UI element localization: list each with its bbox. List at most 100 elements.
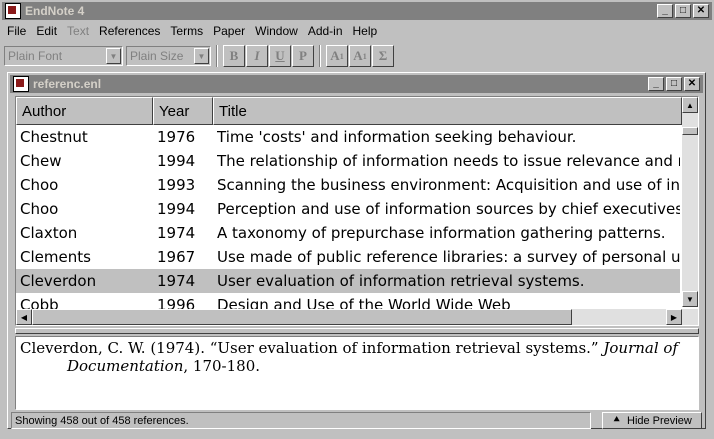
symbol-button[interactable]: Σ <box>372 45 394 67</box>
menu-edit[interactable]: Edit <box>31 24 62 38</box>
table-row[interactable]: Chestnut 1976 Time 'costs' and information… <box>16 125 680 149</box>
menu-paper[interactable]: Paper <box>208 24 250 38</box>
doc-close-button[interactable]: ✕ <box>684 77 700 91</box>
table-row[interactable]: Choo 1993 Scanning the business environmen… <box>16 173 680 197</box>
menu-add-in[interactable]: Add-in <box>303 24 348 38</box>
app-title-bar[interactable]: EndNote 4 _ □ ✕ <box>2 2 712 20</box>
arrow-down-icon: ▼ <box>686 294 694 304</box>
size-select-value: Plain Size <box>130 49 184 63</box>
toolbar-divider <box>319 45 321 67</box>
scroll-left-button[interactable]: ◀ <box>16 309 32 325</box>
cell-title: Time 'costs' and information seeking beh… <box>217 128 577 146</box>
toolbar-divider <box>216 45 218 67</box>
preview-journal-name-cont: Documentation <box>67 357 184 375</box>
library-title: referenc.enl <box>33 77 102 91</box>
column-header-title-label: Title <box>219 102 247 120</box>
vertical-scrollbar[interactable]: ▲ ▼ <box>682 97 698 307</box>
italic-button[interactable]: I <box>246 45 268 67</box>
font-select-value: Plain Font <box>8 49 63 63</box>
reference-list: Author Year Title Chestnut 1976 Time 'cost… <box>15 96 699 326</box>
cell-author: Cleverdon <box>20 272 97 290</box>
status-bar: Showing 458 out of 458 references. ⯅ Hid… <box>11 412 702 429</box>
menu-file[interactable]: File <box>2 24 31 38</box>
cell-author: Choo <box>20 200 59 218</box>
menu-help[interactable]: Help <box>348 24 383 38</box>
chevron-down-icon[interactable]: ▼ <box>194 48 209 64</box>
bold-button[interactable]: B <box>223 45 245 67</box>
menu-bar: File Edit Text References Terms Paper Wi… <box>2 21 712 41</box>
reference-preview: Cleverdon, C. W. (1974). “User evaluatio… <box>15 336 699 410</box>
size-select[interactable]: Plain Size ▼ <box>126 46 211 66</box>
hide-preview-label: Hide Preview <box>627 414 692 427</box>
menu-text[interactable]: Text <box>62 24 94 38</box>
preview-splitter[interactable] <box>15 328 699 334</box>
minimize-button[interactable]: _ <box>657 4 673 18</box>
scroll-thumb[interactable] <box>682 127 698 135</box>
arrow-right-icon: ▶ <box>670 312 678 322</box>
menu-terms[interactable]: Terms <box>165 24 208 38</box>
subscript-button[interactable]: A1 <box>349 45 371 67</box>
cell-title: Perception and use of information source… <box>217 200 680 218</box>
cell-author: Choo <box>20 176 59 194</box>
cell-year: 1994 <box>157 152 196 170</box>
column-header-author[interactable]: Author <box>16 97 153 125</box>
horizontal-scrollbar[interactable]: ◀ ▶ <box>16 309 698 325</box>
format-toolbar: Plain Font ▼ Plain Size ▼ B I U P A1 A1 … <box>2 43 712 69</box>
cell-year: 1993 <box>157 176 196 194</box>
table-row[interactable]: Clements 1967 Use made of public reference… <box>16 245 680 269</box>
library-window: referenc.enl _ □ ✕ Author Year Title Che… <box>7 72 706 429</box>
arrow-up-icon: ▲ <box>686 100 694 110</box>
maximize-button[interactable]: □ <box>675 4 691 18</box>
plain-button[interactable]: P <box>292 45 314 67</box>
cell-title: A taxonomy of prepurchase information ga… <box>217 224 666 242</box>
menu-references[interactable]: References <box>94 24 165 38</box>
preview-citation-text: Cleverdon, C. W. (1974). “User evaluatio… <box>20 339 604 357</box>
close-button[interactable]: ✕ <box>693 4 709 18</box>
horizontal-scroll-thumb[interactable] <box>32 309 572 325</box>
chevron-down-icon[interactable]: ▼ <box>106 48 121 64</box>
column-header-title[interactable]: Title <box>213 97 682 125</box>
scroll-right-button[interactable]: ▶ <box>666 309 682 325</box>
column-header-year[interactable]: Year <box>153 97 213 125</box>
doc-maximize-button[interactable]: □ <box>666 77 682 91</box>
table-row[interactable]: Cleverdon 1974 User evaluation of informat… <box>16 269 680 293</box>
close-icon: ✕ <box>696 5 706 16</box>
font-select[interactable]: Plain Font ▼ <box>4 46 123 66</box>
cell-title: Use made of public reference libraries: … <box>217 248 680 266</box>
cell-title: User evaluation of information retrieval… <box>217 272 585 290</box>
cell-year: 1994 <box>157 200 196 218</box>
table-row[interactable]: Claxton 1974 A taxonomy of prepurchase inf… <box>16 221 680 245</box>
collapse-arrow-icon: ⯅ <box>612 414 621 426</box>
status-text: Showing 458 out of 458 references. <box>11 412 591 429</box>
cell-author: Chew <box>20 152 62 170</box>
scroll-down-button[interactable]: ▼ <box>682 291 698 307</box>
doc-minimize-button[interactable]: _ <box>648 77 664 91</box>
scroll-up-button[interactable]: ▲ <box>682 97 698 113</box>
column-header-year-label: Year <box>159 102 190 120</box>
minimize-icon: _ <box>662 5 668 16</box>
subscript-label: A <box>353 48 363 63</box>
cell-year: 1967 <box>157 248 196 266</box>
column-header-author-label: Author <box>22 102 67 120</box>
cell-title: Scanning the business environment: Acqui… <box>217 176 680 194</box>
preview-pages: , 170-180. <box>183 357 261 375</box>
library-title-bar[interactable]: referenc.enl _ □ ✕ <box>10 75 703 93</box>
hide-preview-button[interactable]: ⯅ Hide Preview <box>602 412 702 429</box>
superscript-button[interactable]: A1 <box>326 45 348 67</box>
cell-year: 1976 <box>157 128 196 146</box>
menu-window[interactable]: Window <box>250 24 303 38</box>
cell-title: The relationship of information needs to… <box>217 152 680 170</box>
table-row[interactable]: Choo 1994 Perception and use of informatio… <box>16 197 680 221</box>
library-icon[interactable] <box>13 76 29 92</box>
preview-line-1: Cleverdon, C. W. (1974). “User evaluatio… <box>20 339 694 357</box>
maximize-icon: □ <box>679 5 687 16</box>
table-row[interactable]: Chew 1994 The relationship of information … <box>16 149 680 173</box>
cell-author: Clements <box>20 248 91 266</box>
preview-journal-name: Journal of <box>603 339 678 357</box>
endnote-app-icon[interactable] <box>5 3 21 19</box>
cell-author: Claxton <box>20 224 78 242</box>
underline-button[interactable]: U <box>269 45 291 67</box>
superscript-label: A <box>330 48 340 63</box>
preview-line-2: Documentation, 170-180. <box>20 357 694 375</box>
cell-author: Chestnut <box>20 128 88 146</box>
